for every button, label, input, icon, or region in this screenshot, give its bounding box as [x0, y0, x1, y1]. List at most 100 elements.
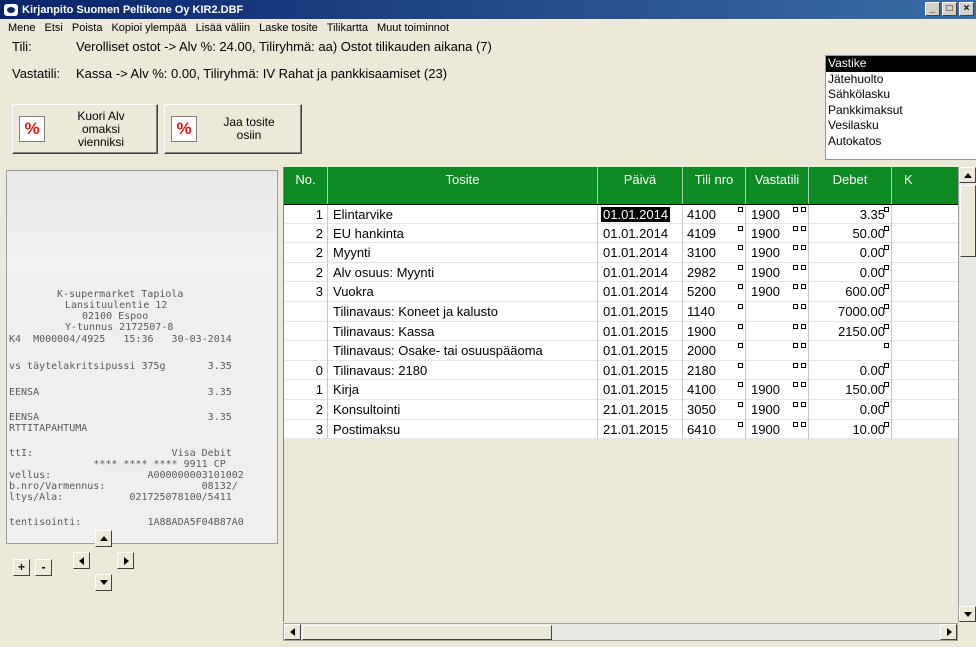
menu-mene[interactable]: Mene — [8, 22, 36, 34]
cell-tosite[interactable]: Vuokra — [328, 282, 598, 302]
close-button[interactable]: × — [959, 2, 974, 16]
cell-no[interactable]: 3 — [284, 282, 328, 302]
menu-tilikartta[interactable]: Tilikartta — [327, 22, 368, 34]
cell-vastatili[interactable]: 1900 — [746, 243, 809, 263]
cell-paiva[interactable]: 01.01.2014 — [598, 262, 683, 283]
cell-paiva[interactable]: 01.01.2014 — [598, 243, 683, 263]
cell-kredit[interactable] — [892, 243, 959, 263]
table-row[interactable]: 2 Alv osuus: Myynti 01.01.2014 2982 1900 0.00 — [284, 262, 959, 283]
cell-tosite[interactable]: Tilinavaus: 2180 — [328, 360, 598, 381]
list-item[interactable]: Pankkimaksut — [826, 103, 976, 119]
cell-tili-nro[interactable]: 2982 — [683, 262, 746, 283]
list-item[interactable]: Jätehuolto — [826, 72, 976, 88]
cell-tosite[interactable]: Myynti — [328, 243, 598, 263]
col-header-tosite[interactable]: Tosite — [328, 167, 598, 204]
cell-kredit[interactable] — [892, 205, 959, 225]
cell-paiva[interactable]: 01.01.2015 — [598, 360, 683, 381]
minimize-button[interactable]: _ — [925, 2, 940, 16]
table-row[interactable]: 2 EU hankinta 01.01.2014 4109 1900 50.00 — [284, 223, 959, 244]
window-titlebar[interactable]: Kirjanpito Suomen Peltikone Oy KIR2.DBF … — [0, 0, 976, 19]
cell-debet[interactable]: 7000.00 — [809, 301, 892, 322]
cell-kredit[interactable] — [892, 321, 959, 342]
scroll-left-button[interactable] — [284, 624, 301, 640]
cell-debet[interactable]: 0.00 — [809, 243, 892, 263]
cell-tosite[interactable]: Kirja — [328, 380, 598, 400]
menu-lisaa-valiin[interactable]: Lisää väliin — [196, 22, 250, 34]
col-header-no[interactable]: No. — [284, 167, 328, 204]
cell-paiva[interactable]: 01.01.2014 — [598, 205, 683, 225]
table-row[interactable]: 1 Elintarvike 01.01.2014 4100 1900 3.35 — [284, 204, 959, 225]
list-item[interactable]: Vesilasku — [826, 118, 976, 134]
pan-up-button[interactable] — [95, 530, 112, 547]
cell-debet[interactable]: 2150.00 — [809, 321, 892, 342]
cell-tili-nro[interactable]: 4100 — [683, 380, 746, 400]
cell-no[interactable] — [284, 341, 328, 361]
vertical-scroll-thumb[interactable] — [960, 185, 976, 257]
pan-right-button[interactable] — [117, 552, 134, 569]
cell-paiva[interactable]: 01.01.2014 — [598, 223, 683, 244]
table-row[interactable]: 1 Kirja 01.01.2015 4100 1900 150.00 — [284, 380, 959, 400]
cell-debet[interactable]: 600.00 — [809, 282, 892, 302]
col-header-paiva[interactable]: Päivä — [598, 167, 683, 204]
horizontal-scrollbar[interactable] — [283, 623, 958, 641]
cell-tosite[interactable]: Alv osuus: Myynti — [328, 262, 598, 283]
list-item[interactable]: Sähkölasku — [826, 87, 976, 103]
cell-debet[interactable]: 150.00 — [809, 380, 892, 400]
scroll-down-button[interactable] — [959, 606, 976, 622]
list-item[interactable]: Vastike — [826, 56, 976, 72]
cell-vastatili[interactable]: 1900 — [746, 419, 809, 440]
cell-debet[interactable]: 50.00 — [809, 223, 892, 244]
cell-no[interactable] — [284, 301, 328, 322]
cell-no[interactable] — [284, 321, 328, 342]
horizontal-scroll-thumb[interactable] — [302, 625, 552, 640]
cell-vastatili[interactable]: 1900 — [746, 205, 809, 225]
cell-kredit[interactable] — [892, 262, 959, 283]
cell-tosite[interactable]: Konsultointi — [328, 399, 598, 420]
cell-vastatili[interactable] — [746, 360, 809, 381]
table-row[interactable]: 2 Konsultointi 21.01.2015 3050 1900 0.00 — [284, 399, 959, 420]
cell-no[interactable]: 2 — [284, 243, 328, 263]
cell-tosite[interactable]: Tilinavaus: Osake- tai osuuspääoma — [328, 341, 598, 361]
cell-paiva[interactable]: 21.01.2015 — [598, 419, 683, 440]
cell-tili-nro[interactable]: 1140 — [683, 301, 746, 322]
col-header-debet[interactable]: Debet — [809, 167, 892, 204]
cell-vastatili[interactable] — [746, 341, 809, 361]
cell-vastatili[interactable] — [746, 301, 809, 322]
cell-debet[interactable]: 0.00 — [809, 262, 892, 283]
table-row[interactable]: 2 Myynti 01.01.2014 3100 1900 0.00 — [284, 243, 959, 263]
menu-etsi[interactable]: Etsi — [45, 22, 63, 34]
menu-poista[interactable]: Poista — [72, 22, 103, 34]
menu-kopioi-ylempaa[interactable]: Kopioi ylempää — [111, 22, 186, 34]
cell-tosite[interactable]: Postimaksu — [328, 419, 598, 440]
zoom-in-button[interactable]: + — [13, 559, 30, 576]
col-header-tili-nro[interactable]: Tili nro — [683, 167, 746, 204]
cell-paiva[interactable]: 01.01.2014 — [598, 282, 683, 302]
cell-kredit[interactable] — [892, 341, 959, 361]
cell-paiva[interactable]: 01.01.2015 — [598, 380, 683, 400]
pan-left-button[interactable] — [73, 552, 90, 569]
cell-kredit[interactable] — [892, 223, 959, 244]
cell-vastatili[interactable]: 1900 — [746, 380, 809, 400]
maximize-button[interactable]: □ — [942, 2, 957, 16]
cell-kredit[interactable] — [892, 360, 959, 381]
cell-tili-nro[interactable]: 4109 — [683, 223, 746, 244]
col-header-vastatili[interactable]: Vastatili — [746, 167, 809, 204]
table-row[interactable]: 0 Tilinavaus: 2180 01.01.2015 2180 0.00 — [284, 360, 959, 381]
cell-debet[interactable]: 10.00 — [809, 419, 892, 440]
table-row[interactable]: Tilinavaus: Koneet ja kalusto 01.01.2015 1… — [284, 301, 959, 322]
cell-tosite[interactable]: EU hankinta — [328, 223, 598, 244]
cell-no[interactable]: 1 — [284, 380, 328, 400]
cell-tili-nro[interactable]: 3050 — [683, 399, 746, 420]
cell-tili-nro[interactable]: 4100 — [683, 205, 746, 225]
cell-kredit[interactable] — [892, 282, 959, 302]
cell-no[interactable]: 1 — [284, 205, 328, 225]
scroll-right-button[interactable] — [940, 624, 957, 640]
cell-debet[interactable]: 3.35 — [809, 205, 892, 225]
cell-debet[interactable]: 0.00 — [809, 360, 892, 381]
cell-kredit[interactable] — [892, 380, 959, 400]
cell-no[interactable]: 2 — [284, 262, 328, 283]
cell-vastatili[interactable]: 1900 — [746, 262, 809, 283]
cell-tili-nro[interactable]: 3100 — [683, 243, 746, 263]
cell-vastatili[interactable]: 1900 — [746, 223, 809, 244]
cell-vastatili[interactable] — [746, 321, 809, 342]
